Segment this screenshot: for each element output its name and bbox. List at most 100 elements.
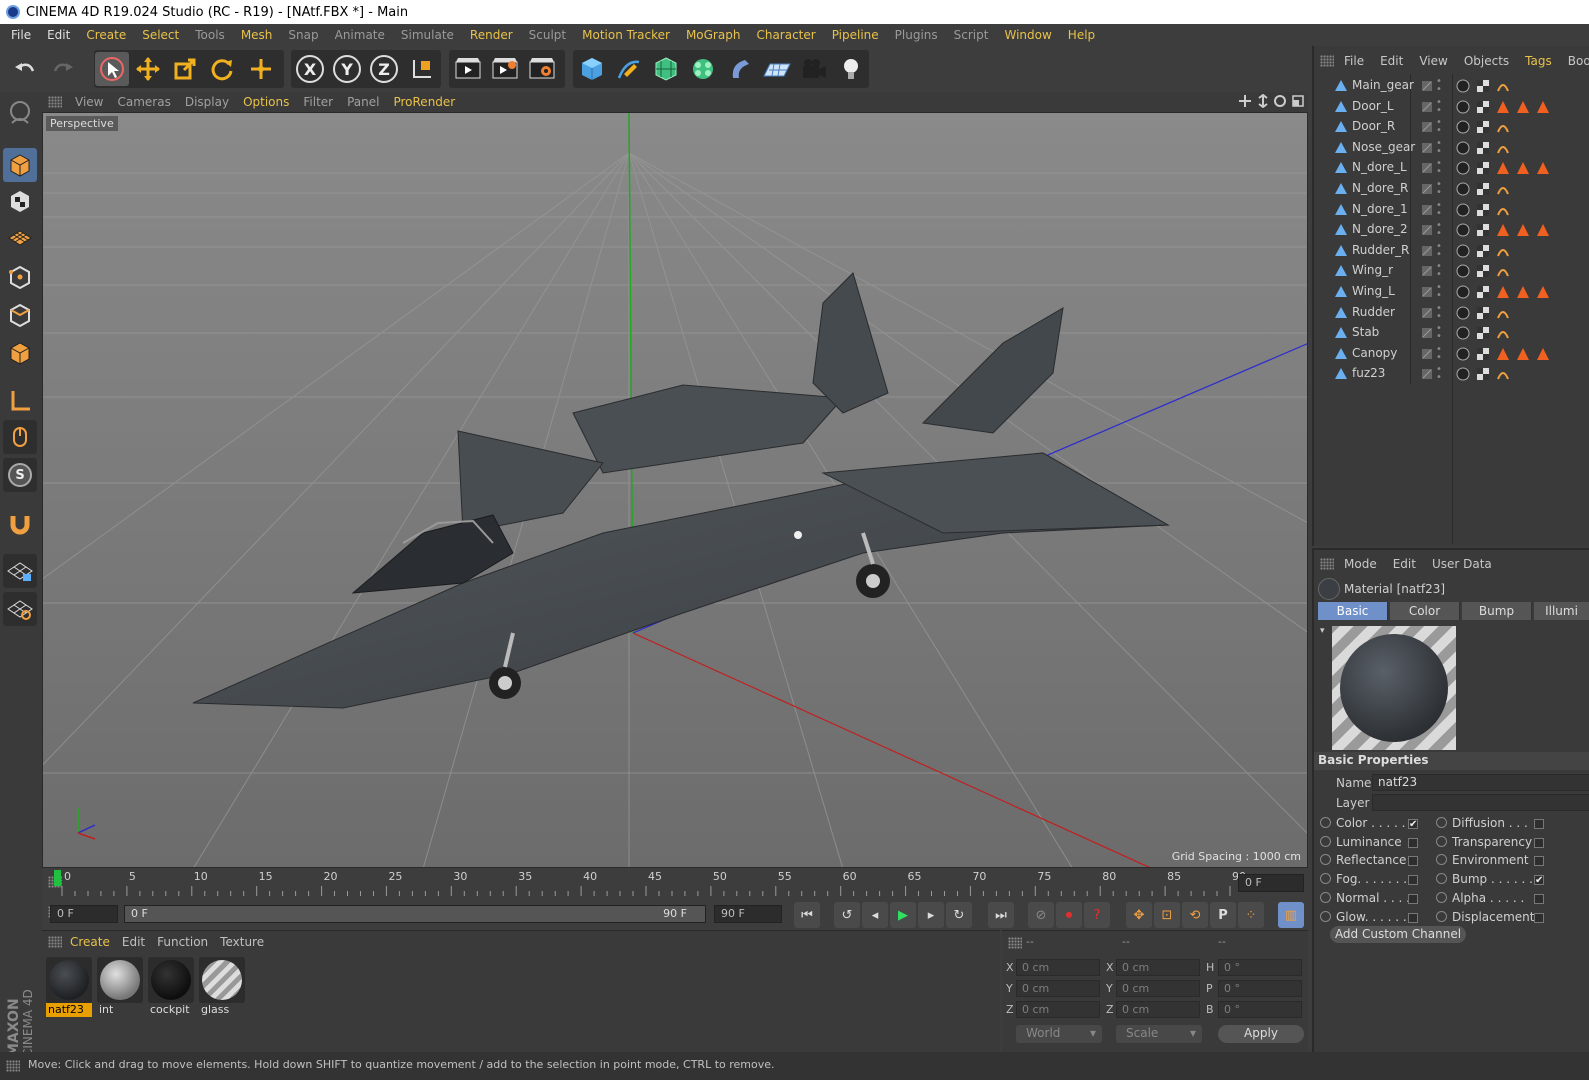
z-axis-lock-button[interactable]: Z xyxy=(367,52,401,86)
object-row[interactable]: Main_gear • • xyxy=(1314,76,1589,96)
visibility-dots-icon[interactable]: • • xyxy=(1436,97,1442,115)
object-tag-icon[interactable] xyxy=(1456,100,1470,114)
object-tag-icon[interactable] xyxy=(1496,182,1510,196)
zoom-view-icon[interactable] xyxy=(1256,94,1270,108)
layer-icon[interactable] xyxy=(1422,348,1432,359)
enable-axis-button[interactable] xyxy=(3,384,37,418)
menu-snap[interactable]: Snap xyxy=(280,28,326,42)
menu-tools[interactable]: Tools xyxy=(187,28,233,42)
object-row[interactable]: N_dore_L • • xyxy=(1314,158,1589,178)
channel-checkbox[interactable]: ✔ xyxy=(1534,875,1544,886)
object-tag-icon[interactable] xyxy=(1496,367,1510,381)
channel-row[interactable]: Displacement xyxy=(1436,910,1535,924)
autokeying-button[interactable]: ⏺ xyxy=(1056,902,1082,928)
position-field[interactable]: 0 cm xyxy=(1016,980,1100,997)
go-to-start-button[interactable]: ⏮ xyxy=(794,902,820,928)
current-frame-field[interactable]: 0 F xyxy=(1238,874,1304,892)
points-mode-button[interactable] xyxy=(3,260,37,294)
snap-magnet-button[interactable] xyxy=(3,506,37,540)
object-row[interactable]: Door_L • • xyxy=(1314,97,1589,117)
visibility-dots-icon[interactable]: • • xyxy=(1436,200,1442,218)
channel-checkbox[interactable] xyxy=(1534,893,1544,904)
menu-simulate[interactable]: Simulate xyxy=(393,28,462,42)
play-forward-button[interactable]: ▶ xyxy=(890,902,916,928)
object-tag-icon[interactable] xyxy=(1476,347,1490,361)
object-tag-icon[interactable] xyxy=(1536,100,1550,114)
object-tag-icon[interactable] xyxy=(1496,264,1510,278)
position-field[interactable]: 0 cm xyxy=(1016,959,1100,976)
object-tag-icon[interactable] xyxy=(1496,79,1510,93)
material-menu-create[interactable]: Create xyxy=(64,935,116,949)
object-tag-icon[interactable] xyxy=(1496,161,1510,175)
channel-radio-icon[interactable] xyxy=(1436,817,1447,828)
object-tag-icon[interactable] xyxy=(1536,285,1550,299)
light-object-button[interactable] xyxy=(834,52,868,86)
object-menu-edit[interactable]: Edit xyxy=(1372,54,1411,68)
object-tag-icon[interactable] xyxy=(1516,223,1530,237)
menu-plugins[interactable]: Plugins xyxy=(887,28,946,42)
menu-render[interactable]: Render xyxy=(462,28,521,42)
rotation-field[interactable]: 0 ° xyxy=(1218,959,1302,976)
object-tag-icon[interactable] xyxy=(1476,120,1490,134)
layer-icon[interactable] xyxy=(1422,122,1432,133)
channel-checkbox[interactable] xyxy=(1408,875,1418,886)
layer-icon[interactable] xyxy=(1422,101,1432,112)
object-menu-book[interactable]: Book xyxy=(1560,54,1589,68)
channel-row[interactable]: Normal . . . . xyxy=(1320,891,1410,905)
channel-checkbox[interactable] xyxy=(1408,893,1418,904)
layer-icon[interactable] xyxy=(1422,245,1432,256)
object-tag-icon[interactable] xyxy=(1456,141,1470,155)
object-tag-icon[interactable] xyxy=(1476,306,1490,320)
channel-checkbox[interactable] xyxy=(1408,856,1418,867)
transform-tool-button[interactable] xyxy=(244,52,278,86)
menu-script[interactable]: Script xyxy=(946,28,997,42)
workplane-mode-button[interactable] xyxy=(3,220,37,254)
object-tag-icon[interactable] xyxy=(1516,100,1530,114)
camera-object-button[interactable] xyxy=(797,52,831,86)
channel-radio-icon[interactable] xyxy=(1320,817,1331,828)
mograph-cloner-button[interactable] xyxy=(686,52,720,86)
object-tag-icon[interactable] xyxy=(1496,120,1510,134)
tab-color[interactable]: Color xyxy=(1390,602,1460,620)
menu-create[interactable]: Create xyxy=(78,28,134,42)
size-field[interactable]: 0 cm xyxy=(1116,959,1200,976)
object-tag-icon[interactable] xyxy=(1456,182,1470,196)
menu-motion-tracker[interactable]: Motion Tracker xyxy=(574,28,678,42)
layer-icon[interactable] xyxy=(1422,328,1432,339)
size-field[interactable]: 0 cm xyxy=(1116,980,1200,997)
channel-row[interactable]: Fog. . . . . . . xyxy=(1320,872,1407,886)
visibility-dots-icon[interactable]: • • xyxy=(1436,241,1442,259)
attribute-menu-user-data[interactable]: User Data xyxy=(1424,557,1500,571)
object-tag-icon[interactable] xyxy=(1456,203,1470,217)
channel-row[interactable]: Alpha . . . . . xyxy=(1436,891,1524,905)
move-tool-button[interactable] xyxy=(131,52,165,86)
menu-window[interactable]: Window xyxy=(996,28,1059,42)
channel-radio-icon[interactable] xyxy=(1436,835,1447,847)
start-frame-field[interactable]: 0 F xyxy=(50,905,118,923)
channel-checkbox[interactable] xyxy=(1534,819,1544,829)
object-tag-icon[interactable] xyxy=(1536,161,1550,175)
object-tag-icon[interactable] xyxy=(1476,326,1490,340)
material-menu-function[interactable]: Function xyxy=(151,935,214,949)
visibility-dots-icon[interactable]: • • xyxy=(1436,344,1442,362)
viewport-menu-prorender[interactable]: ProRender xyxy=(386,95,462,109)
menu-edit[interactable]: Edit xyxy=(39,28,78,42)
menu-help[interactable]: Help xyxy=(1060,28,1103,42)
object-tag-icon[interactable] xyxy=(1496,244,1510,258)
rotate-tool-button[interactable] xyxy=(205,52,239,86)
visibility-dots-icon[interactable]: • • xyxy=(1436,324,1442,342)
size-mode-select[interactable]: Scale ▾ xyxy=(1116,1025,1202,1043)
object-row[interactable]: Rudder • • xyxy=(1314,303,1589,323)
layer-icon[interactable] xyxy=(1422,287,1432,297)
layer-icon[interactable] xyxy=(1422,225,1432,236)
menu-animate[interactable]: Animate xyxy=(327,28,393,42)
object-tag-icon[interactable] xyxy=(1516,285,1530,299)
x-axis-lock-button[interactable]: X xyxy=(293,52,327,86)
layer-icon[interactable] xyxy=(1422,307,1432,318)
key-pla-button[interactable]: ⁘ xyxy=(1238,902,1264,928)
y-axis-lock-button[interactable]: Y xyxy=(330,52,364,86)
material-swatch[interactable]: int xyxy=(97,957,143,1017)
object-tag-icon[interactable] xyxy=(1496,141,1510,155)
object-tag-icon[interactable] xyxy=(1456,264,1470,278)
viewport-menu-display[interactable]: Display xyxy=(178,95,236,109)
